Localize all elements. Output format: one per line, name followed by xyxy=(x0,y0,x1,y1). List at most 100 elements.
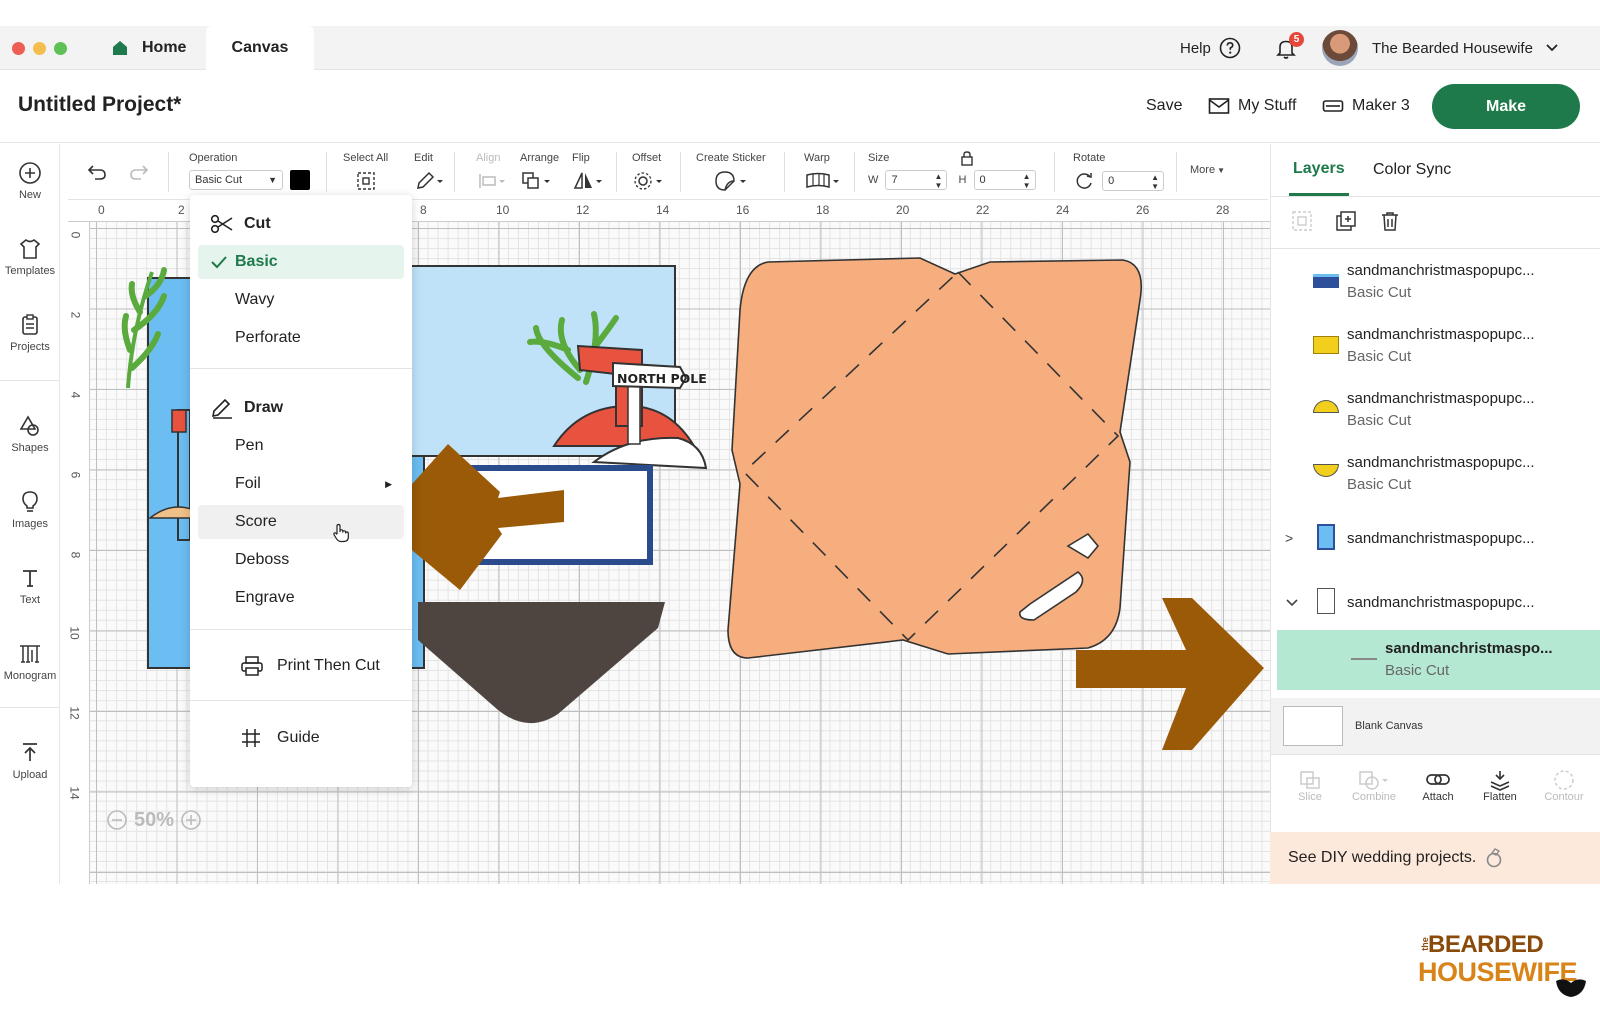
menu-item-engrave-label: Engrave xyxy=(235,589,295,606)
rotate-icon[interactable] xyxy=(1073,170,1095,192)
rail-upload[interactable]: Upload xyxy=(0,726,60,796)
minimize-window-button[interactable] xyxy=(33,42,46,55)
ruler-tick-label: 24 xyxy=(1056,203,1070,217)
my-stuff-button[interactable]: My Stuff xyxy=(1208,71,1296,141)
ruler-tick-label: 8 xyxy=(68,551,83,559)
notifications-button[interactable]: 5 xyxy=(1274,26,1304,70)
close-window-button[interactable] xyxy=(12,42,25,55)
tab-color-sync[interactable]: Color Sync xyxy=(1373,144,1451,196)
machine-button[interactable]: Maker 3 xyxy=(1322,71,1410,141)
save-button[interactable]: Save xyxy=(1146,71,1182,141)
menu-item-pen-label: Pen xyxy=(235,437,264,454)
pocket-artwork[interactable] xyxy=(418,602,665,724)
layer-row-selected[interactable]: sandmanchristmaspo... Basic Cut xyxy=(1277,630,1600,690)
stepper-icon[interactable]: ▲ ▼ xyxy=(1023,171,1031,190)
layer-group-row[interactable]: sandmanchristmaspopupc... xyxy=(1271,572,1600,636)
menu-item-perforate[interactable]: Perforate xyxy=(198,321,404,355)
menu-item-pen[interactable]: Pen xyxy=(198,429,404,463)
menu-item-deboss[interactable]: Deboss xyxy=(198,543,404,577)
offset-button[interactable]: Offset xyxy=(632,152,666,195)
slice-button[interactable]: Slice xyxy=(1279,756,1341,816)
chevron-down-icon[interactable] xyxy=(1285,596,1299,610)
machine-label: Maker 3 xyxy=(1352,97,1410,114)
chevron-down-icon xyxy=(1546,44,1558,52)
offset-icon xyxy=(634,172,662,190)
menu-item-guide[interactable]: Guide xyxy=(198,721,404,755)
flip-button[interactable]: Flip xyxy=(572,152,606,195)
make-button[interactable]: Make xyxy=(1432,84,1580,129)
height-input[interactable]: 0 ▲ ▼ xyxy=(973,170,1036,190)
warp-button[interactable]: Warp xyxy=(804,152,842,195)
layer-group-row[interactable]: > sandmanchristmaspopupc... xyxy=(1271,508,1600,572)
layer-row[interactable]: sandmanchristmaspopupc... Basic Cut xyxy=(1271,444,1600,508)
menu-item-score[interactable]: Score xyxy=(198,505,404,543)
ruler-tick-label: 20 xyxy=(896,203,910,217)
rail-templates[interactable]: Templates xyxy=(0,222,60,292)
menu-item-engrave[interactable]: Engrave xyxy=(198,581,404,615)
tab-layers[interactable]: Layers xyxy=(1289,144,1349,196)
menu-item-wavy[interactable]: Wavy xyxy=(198,283,404,317)
user-menu[interactable]: The Bearded Housewife xyxy=(1322,26,1561,70)
menu-item-basic[interactable]: Basic xyxy=(198,245,404,279)
shirt-icon xyxy=(19,238,41,259)
project-title[interactable]: Untitled Project* xyxy=(18,93,181,117)
align-button[interactable]: Align xyxy=(476,152,506,195)
tab-canvas[interactable]: Canvas xyxy=(206,26,314,70)
rail-monogram-label: Monogram xyxy=(3,670,57,682)
menu-item-print-then-cut[interactable]: Print Then Cut xyxy=(198,649,404,683)
operation-select[interactable]: Basic Cut ▼ xyxy=(189,170,283,190)
attach-link-icon xyxy=(1426,774,1450,785)
envelope-artwork[interactable] xyxy=(727,257,1142,659)
width-input[interactable]: 7 ▲ ▼ xyxy=(885,170,948,190)
stepper-icon[interactable]: ▲ ▼ xyxy=(935,171,943,190)
rail-projects[interactable]: Projects xyxy=(0,298,60,368)
rotate-input[interactable]: 0 ▲ ▼ xyxy=(1102,171,1165,191)
more-button[interactable]: More ▼ xyxy=(1190,164,1225,176)
cut-header-label: Cut xyxy=(244,215,271,232)
stepper-icon[interactable]: ▲ ▼ xyxy=(1151,172,1159,191)
select-all-icon xyxy=(356,172,375,190)
sky-card-artwork[interactable]: NORTH POLE xyxy=(406,265,708,470)
flatten-button[interactable]: Flatten xyxy=(1469,756,1531,816)
undo-icon[interactable] xyxy=(86,162,108,182)
rail-projects-label: Projects xyxy=(10,341,50,353)
watermark-line1: BEARDED xyxy=(1428,931,1544,958)
attach-button[interactable]: Attach xyxy=(1407,756,1469,816)
tab-home[interactable]: Home xyxy=(96,26,206,70)
layer-row[interactable]: sandmanchristmaspopupc... Basic Cut xyxy=(1271,252,1600,316)
offset-label: Offset xyxy=(632,152,662,164)
draw-header-label: Draw xyxy=(244,399,284,416)
combine-icon xyxy=(1359,771,1388,790)
edit-button[interactable]: Edit xyxy=(414,152,444,195)
rail-shapes[interactable]: Shapes xyxy=(0,399,60,469)
rail-new[interactable]: New xyxy=(0,146,60,216)
zoom-control[interactable]: 50% xyxy=(106,804,202,836)
rail-images[interactable]: Images xyxy=(0,475,60,545)
zoom-in-icon[interactable] xyxy=(180,809,202,831)
flatten-icon xyxy=(1490,771,1510,791)
redo-icon[interactable] xyxy=(128,162,150,182)
select-all-button[interactable]: Select All xyxy=(343,152,388,195)
menu-item-foil[interactable]: Foil ▶ xyxy=(198,467,404,501)
group-icon[interactable] xyxy=(1291,210,1313,232)
contour-button[interactable]: Contour xyxy=(1533,756,1595,816)
chevron-right-icon[interactable]: > xyxy=(1285,530,1293,546)
layer-row[interactable]: sandmanchristmaspopupc... Basic Cut xyxy=(1271,380,1600,444)
blank-canvas-row[interactable]: Blank Canvas xyxy=(1271,698,1600,754)
combine-button[interactable]: Combine xyxy=(1343,756,1405,816)
arrange-button[interactable]: Arrange xyxy=(520,152,559,195)
duplicate-icon[interactable] xyxy=(1335,210,1357,232)
lock-icon[interactable] xyxy=(960,150,974,166)
color-swatch[interactable] xyxy=(290,170,311,190)
layer-row[interactable]: sandmanchristmaspopupc... Basic Cut xyxy=(1271,316,1600,380)
create-sticker-button[interactable]: Create Sticker xyxy=(696,152,774,195)
scissors-icon xyxy=(210,214,233,234)
zoom-out-icon[interactable] xyxy=(106,809,128,831)
rail-text[interactable]: Text xyxy=(0,551,60,621)
rail-monogram[interactable]: Monogram xyxy=(0,627,60,697)
promo-banner[interactable]: See DIY wedding projects. xyxy=(1270,832,1600,884)
help-button[interactable]: Help xyxy=(1180,26,1241,70)
my-stuff-label: My Stuff xyxy=(1238,97,1297,114)
maximize-window-button[interactable] xyxy=(54,42,67,55)
trash-icon[interactable] xyxy=(1379,210,1401,232)
